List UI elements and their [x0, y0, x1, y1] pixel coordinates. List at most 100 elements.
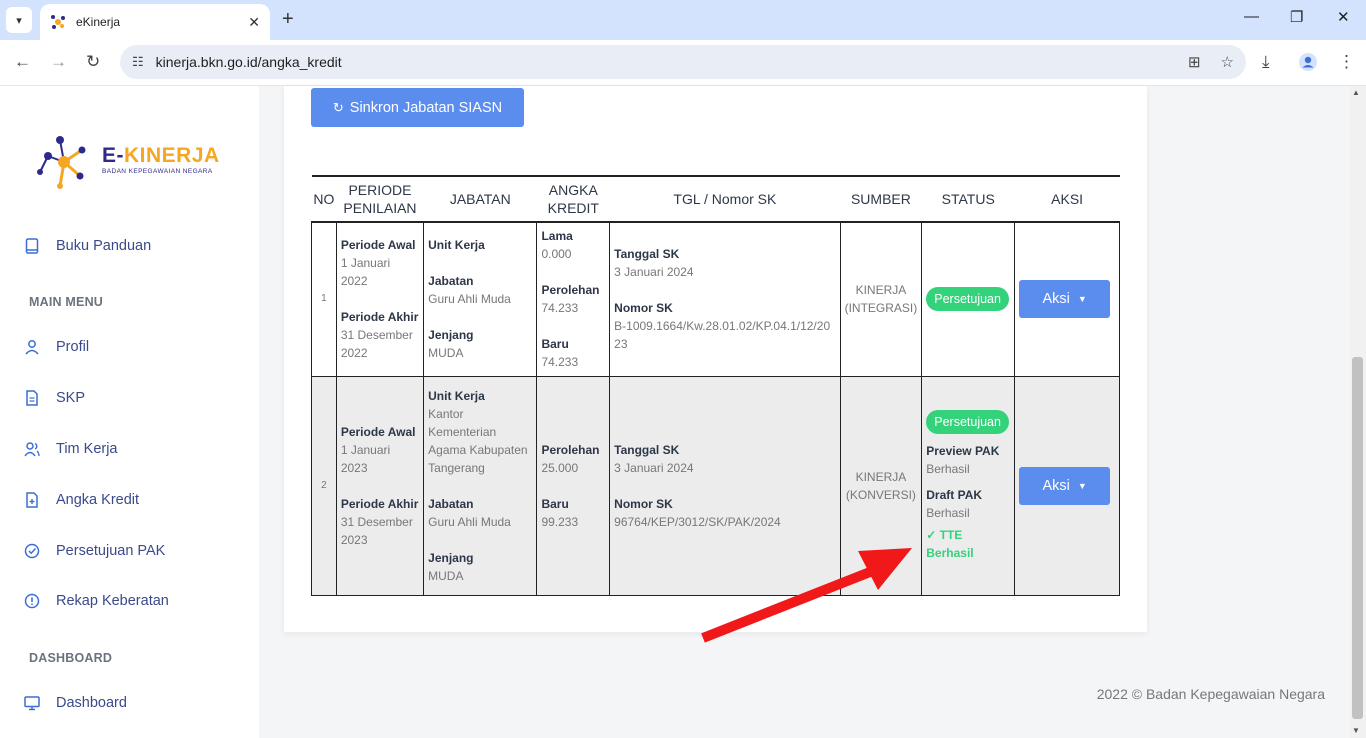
sidebar-item-tim-kerja[interactable]: Tim Kerja: [24, 441, 118, 457]
file-plus-icon: [24, 492, 40, 508]
nomor-sk-label: Nomor SK: [614, 301, 673, 316]
status-badge: Persetujuan: [926, 287, 1009, 312]
sidebar-item-label: Dashboard: [56, 695, 127, 711]
tanggal-sk-label: Tanggal SK: [614, 442, 680, 457]
draft-pak-label: Draft PAK: [926, 487, 983, 502]
footer-copyright: 2022 © Badan Kepegawaian Negara: [1096, 686, 1325, 702]
column-header-tgl-nomor-sk: TGL / Nomor SK: [609, 175, 841, 223]
back-icon[interactable]: ←: [14, 52, 31, 72]
jenjang-value: MUDA: [428, 568, 464, 583]
new-tab-icon[interactable]: +: [282, 8, 294, 31]
tanggal-sk-value: 3 Januari 2024: [614, 265, 694, 280]
sk-cell: Tanggal SK 3 Januari 2024 Nomor SK B-100…: [609, 221, 841, 377]
browser-tabbar: ▾ eKinerja ✕ + — ❐ ✕: [0, 0, 1366, 40]
periode-akhir-value: 31 Desember 2023: [340, 514, 413, 547]
logo-subtitle: BADAN KEPEGAWAIAN NEGARA: [102, 168, 213, 175]
browser-tab[interactable]: eKinerja ✕: [40, 4, 270, 40]
scrollbar-thumb[interactable]: [1352, 357, 1363, 719]
sidebar-item-label: Persetujuan PAK: [56, 543, 166, 559]
column-header-sumber: SUMBER: [840, 175, 922, 223]
aksi-dropdown-button[interactable]: Aksi ▼: [1019, 280, 1111, 319]
sidebar-item-rekap-keberatan[interactable]: Rekap Keberatan: [24, 593, 169, 609]
forward-icon[interactable]: →: [50, 52, 67, 72]
site-info-icon[interactable]: ☷: [132, 54, 144, 70]
column-header-status: STATUS: [921, 175, 1015, 223]
sk-cell: Tanggal SK 3 Januari 2024 Nomor SK 96764…: [609, 375, 841, 596]
perolehan-label: Perolehan: [541, 283, 600, 298]
ekinerja-favicon-icon: [50, 14, 66, 30]
sidebar-item-label: Angka Kredit: [56, 492, 140, 508]
table-row: 2 Periode Awal 1 Januari 2023 Periode Ak…: [311, 375, 1120, 596]
periode-awal-value: 1 Januari 2023: [340, 442, 391, 475]
periode-akhir-label: Periode Akhir: [340, 496, 419, 511]
column-header-no: NO: [311, 175, 337, 223]
download-icon[interactable]: ⤓: [1262, 52, 1270, 72]
jenjang-value: MUDA: [428, 346, 464, 361]
restore-icon[interactable]: ❐: [1290, 8, 1303, 26]
sidebar-item-label: SKP: [56, 390, 86, 406]
reload-icon[interactable]: ↻: [86, 52, 100, 72]
main-menu-heading: MAIN MENU: [29, 295, 104, 309]
translate-icon[interactable]: ⊞: [1188, 53, 1201, 71]
preview-pak-value: Berhasil: [926, 461, 970, 476]
sidebar-item-angka-kredit[interactable]: Angka Kredit: [24, 492, 139, 508]
preview-pak-label: Preview PAK: [926, 443, 1000, 458]
sumber-cell: KINERJA (INTEGRASI): [839, 221, 923, 377]
url-text: kinerja.bkn.go.id/angka_kredit: [155, 54, 342, 70]
sidebar-item-skp[interactable]: SKP: [24, 390, 85, 406]
baru-value: 99.233: [541, 514, 579, 529]
check-circle-icon: [24, 543, 40, 559]
ekinerja-logo[interactable]: E-KINERJA BADAN KEPEGAWAIAN NEGARA: [36, 130, 226, 192]
minimize-icon[interactable]: —: [1244, 8, 1259, 25]
sidebar-item-buku-panduan[interactable]: Buku Panduan: [24, 238, 151, 254]
table-row: 1 Periode Awal 1 Januari 2022 Periode Ak…: [311, 221, 1120, 377]
scroll-down-icon[interactable]: ▼: [1352, 726, 1360, 735]
caret-down-icon: ▼: [1077, 480, 1087, 491]
users-icon: [24, 441, 40, 457]
tanggal-sk-label: Tanggal SK: [614, 247, 680, 262]
angka-kredit-cell: Perolehan 25.000 Baru 99.233: [536, 375, 611, 596]
lama-label: Lama: [541, 229, 573, 244]
tte-status: ✓ TTE Berhasil: [926, 527, 974, 560]
address-bar[interactable]: ☷ kinerja.bkn.go.id/angka_kredit ⊞ ☆: [120, 45, 1246, 79]
sync-button-label: Sinkron Jabatan SIASN: [349, 99, 503, 116]
baru-value: 74.233: [541, 355, 579, 370]
browser-menu-icon[interactable]: ⋮: [1338, 52, 1355, 72]
jenjang-label: Jenjang: [428, 328, 474, 343]
nomor-sk-value: 96764/KEP/3012/SK/PAK/2024: [614, 514, 781, 529]
status-cell: Persetujuan: [921, 221, 1016, 377]
sidebar-item-persetujuan-pak[interactable]: Persetujuan PAK: [24, 543, 165, 559]
angka-kredit-cell: Lama 0.000 Perolehan 74.233 Baru 74.233: [536, 221, 611, 377]
close-tab-icon[interactable]: ✕: [248, 14, 260, 31]
draft-pak-value: Berhasil: [926, 505, 970, 520]
book-icon: [24, 238, 40, 254]
sidebar-item-profil[interactable]: Profil: [24, 339, 89, 355]
aksi-dropdown-button[interactable]: Aksi ▼: [1019, 466, 1111, 505]
lama-value: 0.000: [541, 247, 572, 262]
perolehan-value: 74.233: [541, 301, 579, 316]
tab-search-button[interactable]: ▾: [6, 7, 32, 33]
table-header-row: NO PERIODE PENILAIAN JABATAN ANGKA KREDI…: [311, 175, 1120, 223]
user-icon: [24, 339, 40, 355]
bookmark-star-icon[interactable]: ☆: [1221, 53, 1234, 71]
monitor-icon: [24, 695, 40, 711]
status-badge: Persetujuan: [926, 409, 1009, 434]
sync-jabatan-siasn-button[interactable]: ↻ Sinkron Jabatan SIASN: [311, 88, 524, 127]
sidebar-item-dashboard[interactable]: Dashboard: [24, 695, 127, 711]
tab-title: eKinerja: [76, 15, 121, 29]
scroll-up-icon[interactable]: ▲: [1352, 88, 1360, 97]
nomor-sk-label: Nomor SK: [614, 496, 673, 511]
aksi-cell: Aksi ▼: [1014, 375, 1120, 596]
ekinerja-logo-icon: [37, 136, 86, 189]
periode-awal-label: Periode Awal: [340, 424, 416, 439]
sidebar-item-label: Profil: [56, 339, 90, 355]
aksi-cell: Aksi ▼: [1014, 221, 1120, 377]
profile-icon[interactable]: [1298, 52, 1318, 77]
status-cell: Persetujuan Preview PAK Berhasil Draft P…: [921, 375, 1016, 596]
sumber-cell: KINERJA (KONVERSI): [839, 375, 923, 596]
aksi-label: Aksi: [1042, 477, 1070, 494]
baru-label: Baru: [541, 337, 569, 352]
window-close-icon[interactable]: ✕: [1337, 8, 1350, 26]
sidebar-item-label: Rekap Keberatan: [56, 593, 169, 609]
periode-akhir-label: Periode Akhir: [340, 310, 419, 325]
